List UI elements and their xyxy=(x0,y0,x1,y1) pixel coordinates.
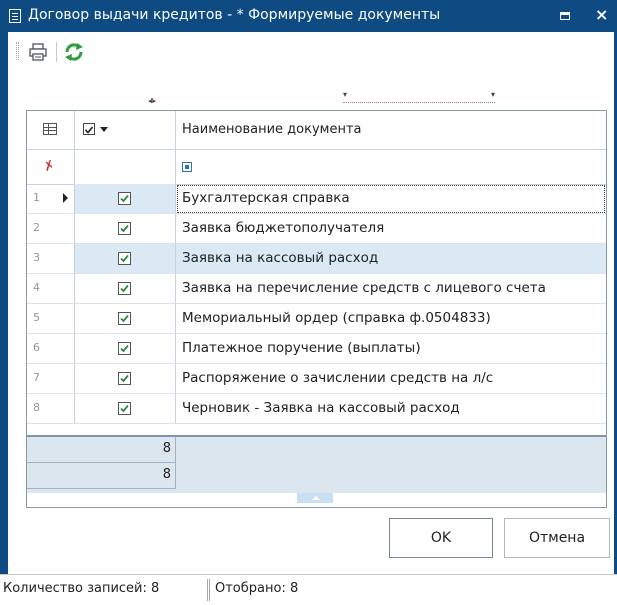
column-splitter-icon[interactable]: ◂II▸ xyxy=(148,97,156,105)
row-number-cell[interactable]: 1 xyxy=(27,184,75,214)
document-name-cell[interactable]: Заявка бюджетополучателя xyxy=(176,214,606,244)
document-name-cell[interactable]: Бухгалтерская справка xyxy=(176,184,606,214)
table-row[interactable]: 3 Заявка на кассовый расход xyxy=(27,244,606,274)
cancel-button[interactable]: Отмена xyxy=(504,518,610,558)
row-number-cell[interactable]: 3 xyxy=(27,244,75,274)
document-name-cell[interactable]: Заявка на перечисление средств с лицевог… xyxy=(176,274,606,304)
filter-row: ✗ xyxy=(27,149,606,185)
refresh-icon[interactable] xyxy=(63,42,85,62)
toolbar xyxy=(8,32,614,84)
close-button[interactable]: × xyxy=(595,5,608,25)
select-cell[interactable] xyxy=(75,364,176,394)
row-number: 1 xyxy=(33,191,40,204)
row-number: 5 xyxy=(33,311,40,324)
select-cell[interactable] xyxy=(75,244,176,274)
select-cell[interactable] xyxy=(75,304,176,334)
row-checkbox[interactable] xyxy=(118,252,131,265)
printer-icon[interactable] xyxy=(28,43,48,61)
row-number-cell[interactable]: 8 xyxy=(27,394,75,424)
summary-value: 8 xyxy=(162,467,171,482)
row-checkbox[interactable] xyxy=(118,192,131,205)
document-name: Бухгалтерская справка xyxy=(182,190,350,206)
table-grid-icon[interactable] xyxy=(43,123,57,135)
row-number-cell[interactable]: 6 xyxy=(27,334,75,364)
column-resize-guide[interactable] xyxy=(343,90,495,103)
select-all-checkbox[interactable] xyxy=(83,123,95,135)
app-icon xyxy=(9,9,21,23)
table-row[interactable]: 7 Распоряжение о зачислении средств на л/… xyxy=(27,364,606,394)
status-separator xyxy=(207,579,210,601)
name-column-label: Наименование документа xyxy=(182,122,362,137)
row-number-cell[interactable]: 5 xyxy=(27,304,75,334)
row-checkbox[interactable] xyxy=(118,312,131,325)
document-name: Распоряжение о зачислении средств на л/с xyxy=(182,370,494,386)
status-bar: Количество записей: 8 Отобрано: 8 xyxy=(0,574,617,605)
scroll-up-button[interactable] xyxy=(297,493,333,503)
chevron-down-icon[interactable] xyxy=(100,127,108,132)
document-name: Платежное поручение (выплаты) xyxy=(182,340,421,356)
table-row[interactable]: 5 Мемориальный ордер (справка ф.0504833) xyxy=(27,304,606,334)
summary-value: 8 xyxy=(162,441,171,456)
row-checkbox[interactable] xyxy=(118,342,131,355)
ok-button[interactable]: OK xyxy=(389,518,493,558)
row-number-cell[interactable]: 2 xyxy=(27,214,75,244)
document-name: Черновик - Заявка на кассовый расход xyxy=(182,400,460,416)
row-checkbox[interactable] xyxy=(118,222,131,235)
row-number: 7 xyxy=(33,371,40,384)
grid-summary: 8 8 xyxy=(27,435,606,493)
current-row-indicator-icon xyxy=(63,193,68,203)
document-name: Заявка на перечисление средств с лицевог… xyxy=(182,280,546,296)
table-row[interactable]: 2 Заявка бюджетополучателя xyxy=(27,214,606,244)
row-checkbox[interactable] xyxy=(118,372,131,385)
summary-row: 8 xyxy=(27,437,606,463)
name-filter-cell[interactable] xyxy=(176,149,606,184)
toolbar-separator xyxy=(56,42,57,62)
row-number: 6 xyxy=(33,341,40,354)
row-number-cell[interactable]: 7 xyxy=(27,364,75,394)
clear-filter-cell[interactable]: ✗ xyxy=(27,149,75,184)
filter-operator-icon[interactable] xyxy=(182,162,192,172)
select-cell[interactable] xyxy=(75,214,176,244)
name-column-header[interactable]: Наименование документа xyxy=(176,111,606,149)
filtered-count: Отобрано: 8 xyxy=(215,581,299,596)
documents-grid: Наименование документа ✗ 1 Бухгалтерская … xyxy=(26,110,607,508)
row-checkbox[interactable] xyxy=(118,282,131,295)
clear-filter-icon[interactable]: ✗ xyxy=(42,158,57,176)
table-row[interactable]: 8 Черновик - Заявка на кассовый расход xyxy=(27,394,606,424)
select-filter-cell[interactable] xyxy=(75,149,176,184)
row-number: 3 xyxy=(33,251,40,264)
window-title: Договор выдачи кредитов - * Формируемые … xyxy=(28,7,441,23)
table-row[interactable]: 1 Бухгалтерская справка xyxy=(27,184,606,214)
select-cell[interactable] xyxy=(75,394,176,424)
document-name-cell[interactable]: Мемориальный ордер (справка ф.0504833) xyxy=(176,304,606,334)
table-row[interactable]: 6 Платежное поручение (выплаты) xyxy=(27,334,606,364)
grid-header: Наименование документа xyxy=(27,111,606,150)
select-cell[interactable] xyxy=(75,184,176,214)
record-count: Количество записей: 8 xyxy=(3,581,160,596)
table-row[interactable]: 4 Заявка на перечисление средств с лицево… xyxy=(27,274,606,304)
document-name: Заявка на кассовый расход xyxy=(182,250,379,266)
document-name-cell[interactable]: Черновик - Заявка на кассовый расход xyxy=(176,394,606,424)
document-name: Заявка бюджетополучателя xyxy=(182,220,385,236)
document-name: Мемориальный ордер (справка ф.0504833) xyxy=(182,310,491,326)
maximize-button[interactable] xyxy=(560,12,570,20)
summary-cell: 8 xyxy=(27,463,176,489)
summary-cell: 8 xyxy=(27,437,176,463)
window-frame-left xyxy=(0,32,8,574)
document-name-cell[interactable]: Распоряжение о зачислении средств на л/с xyxy=(176,364,606,394)
select-cell[interactable] xyxy=(75,334,176,364)
row-checkbox[interactable] xyxy=(118,402,131,415)
column-chooser[interactable] xyxy=(27,111,75,149)
document-name-cell[interactable]: Заявка на кассовый расход xyxy=(176,244,606,274)
row-number: 4 xyxy=(33,281,40,294)
row-number-cell[interactable]: 4 xyxy=(27,274,75,304)
document-name-cell[interactable]: Платежное поручение (выплаты) xyxy=(176,334,606,364)
select-column-header[interactable] xyxy=(75,111,176,149)
summary-row: 8 xyxy=(27,463,606,489)
title-bar: Договор выдачи кредитов - * Формируемые … xyxy=(0,0,617,32)
row-number: 8 xyxy=(33,401,40,414)
toolbar-grip[interactable] xyxy=(16,42,19,60)
select-cell[interactable] xyxy=(75,274,176,304)
row-number: 2 xyxy=(33,221,40,234)
